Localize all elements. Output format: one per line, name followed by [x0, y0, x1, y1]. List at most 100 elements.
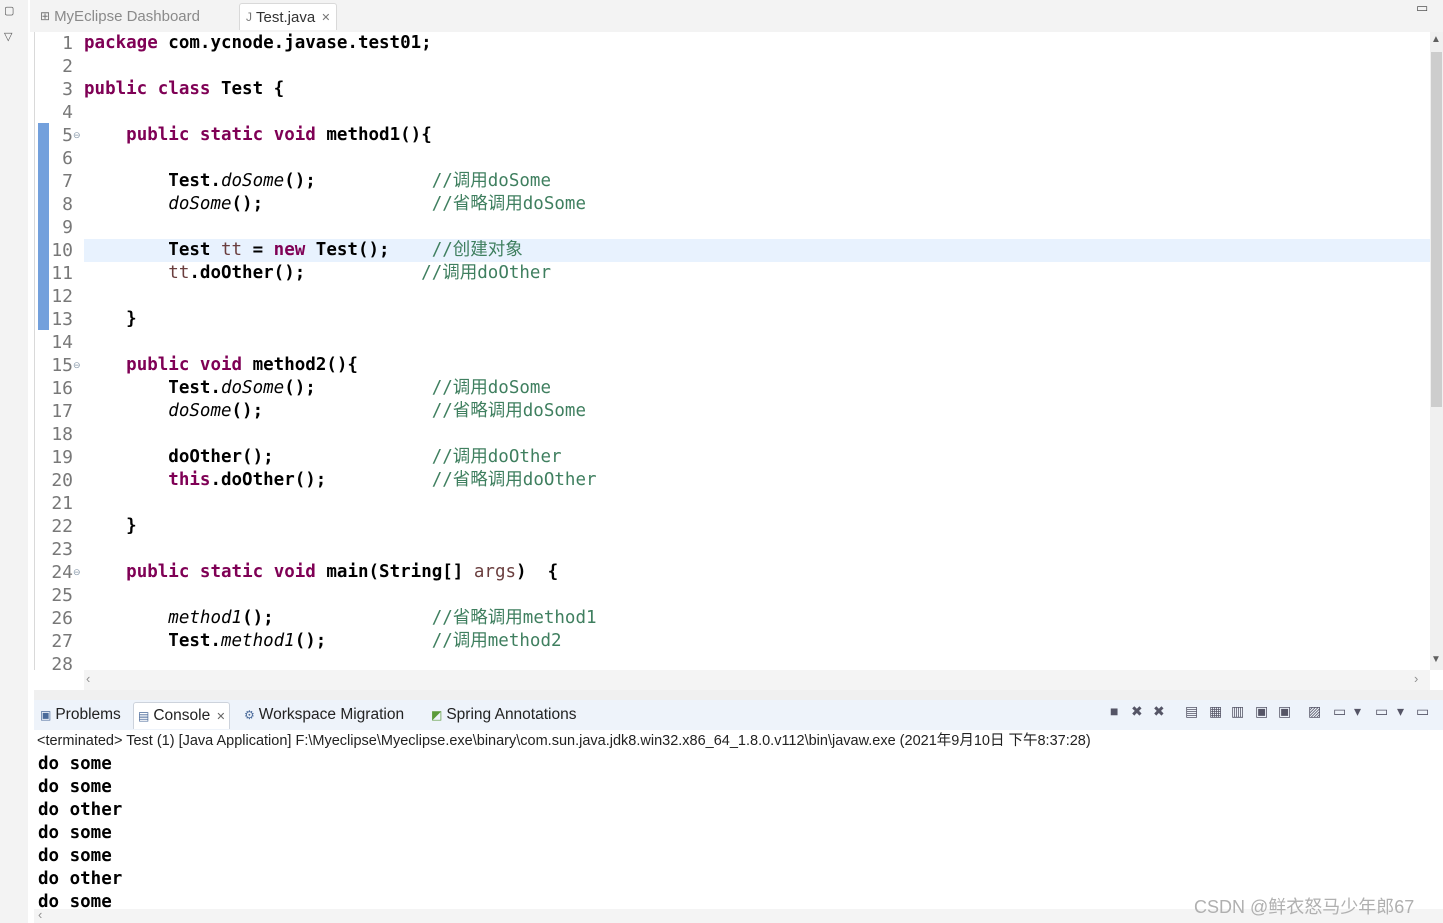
code-line[interactable]: 8 doSome(); //省略调用doSome [35, 193, 1431, 216]
code-text: Test.doSome(); //调用doSome [84, 170, 551, 193]
scrollbar-thumb[interactable] [1431, 52, 1442, 407]
scroll-lock-icon[interactable]: ▦ [1209, 703, 1222, 720]
code-token: .doOther(); [189, 263, 422, 283]
code-line[interactable]: 4 [35, 101, 1431, 124]
console-line: do some [38, 892, 112, 909]
code-token: //调用doOther [431, 447, 562, 467]
fold-toggle-icon[interactable]: ⊖ [73, 354, 81, 377]
editor-horizontal-scrollbar[interactable]: ‹ › [84, 670, 1430, 690]
display-console-icon[interactable]: ▭ [1333, 703, 1346, 720]
line-number: 11 [51, 263, 73, 284]
code-text: Test.method1(); //调用method2 [84, 630, 561, 653]
pin-console-icon[interactable]: ▨ [1308, 703, 1321, 720]
code-token: //调用doSome [431, 171, 551, 191]
code-line[interactable]: 13 } [35, 308, 1431, 331]
close-icon[interactable]: ✕ [321, 11, 330, 24]
scroll-left-icon[interactable]: ‹ [38, 907, 42, 922]
tab-test-java[interactable]: J Test.java ✕ [239, 3, 338, 30]
line-number: 25 [51, 585, 73, 606]
code-line[interactable]: 6 [35, 147, 1431, 170]
code-editor[interactable]: 1 package com.ycnode.javase.test01; 2 3 publ… [34, 32, 1431, 670]
code-line[interactable]: 28 [35, 653, 1431, 670]
code-line[interactable]: 3 public class Test { [35, 78, 1431, 101]
code-line[interactable]: 10 Test tt = new Test(); //创建对象 [35, 239, 1431, 262]
code-token: this [168, 470, 211, 490]
code-line[interactable]: 2 [35, 55, 1431, 78]
code-line[interactable]: 1 package com.ycnode.javase.test01; [35, 32, 1431, 55]
code-token: method2(){ [242, 355, 358, 375]
tab-workspace-migration[interactable]: ⚙ Workspace Migration [240, 702, 408, 728]
code-line[interactable]: 5 ⊖ public static void method1(){ [35, 124, 1431, 147]
code-token: (); [231, 401, 432, 421]
console-output[interactable]: do some do some do other do some do some do o… [34, 752, 1443, 909]
scroll-up-icon[interactable]: ▲ [1431, 34, 1441, 45]
minimize-icon[interactable]: ▭ [1416, 0, 1428, 16]
word-wrap-icon[interactable]: ▥ [1231, 703, 1244, 720]
code-line[interactable]: 12 [35, 285, 1431, 308]
tab-myeclipse-dashboard[interactable]: ⊞ MyEclipse Dashboard [34, 3, 206, 29]
line-number: 16 [51, 378, 73, 399]
view-menu-icon[interactable]: ▽ [4, 30, 12, 43]
code-line[interactable]: 14 [35, 331, 1431, 354]
minimize-icon[interactable]: ▭ [1416, 703, 1429, 720]
console-line: do some [38, 754, 112, 774]
remove-all-launches-icon[interactable]: ✖ [1153, 703, 1165, 720]
line-number: 7 [62, 171, 73, 192]
code-line[interactable]: 18 [35, 423, 1431, 446]
code-line[interactable]: 21 [35, 492, 1431, 515]
show-on-stdout-icon[interactable]: ▣ [1255, 703, 1268, 720]
tab-label: MyEclipse Dashboard [54, 7, 200, 25]
fold-toggle-icon[interactable]: ⊖ [73, 124, 81, 147]
tab-problems[interactable]: ▣ Problems [36, 702, 125, 728]
scroll-down-icon[interactable]: ▼ [1431, 654, 1441, 665]
code-line[interactable]: 19 doOther(); //调用doOther [35, 446, 1431, 469]
code-line[interactable]: 23 [35, 538, 1431, 561]
code-line[interactable]: 20 this.doOther(); //省略调用doOther [35, 469, 1431, 492]
code-line[interactable]: 11 tt.doOther(); //调用doOther [35, 262, 1431, 285]
code-token: doSome [220, 378, 285, 398]
remove-launch-icon[interactable]: ✖ [1131, 703, 1143, 720]
line-number: 9 [62, 217, 73, 238]
code-token: (); [284, 171, 432, 191]
close-icon[interactable]: ✕ [216, 710, 225, 723]
line-number: 27 [51, 631, 73, 652]
code-line[interactable]: 17 doSome(); //省略调用doSome [35, 400, 1431, 423]
chevron-down-icon[interactable]: ▾ [1354, 703, 1361, 720]
code-line[interactable]: 25 [35, 584, 1431, 607]
console-line: do some [38, 777, 112, 797]
tab-console[interactable]: ▤ Console ✕ [133, 702, 231, 729]
show-on-stderr-icon[interactable]: ▣ [1278, 703, 1291, 720]
console-icon: ▤ [138, 709, 150, 723]
code-text: doOther(); //调用doOther [84, 446, 562, 469]
tab-spring-annotations[interactable]: ◩ Spring Annotations [427, 702, 580, 728]
code-token: doSome [168, 401, 232, 421]
code-text: } [84, 515, 137, 538]
editor-vertical-scrollbar[interactable]: ▲ ▼ [1430, 32, 1443, 670]
code-line[interactable]: 16 Test.doSome(); //调用doSome [35, 377, 1431, 400]
code-line[interactable]: 27 Test.method1(); //调用method2 [35, 630, 1431, 653]
code-line[interactable]: 7 Test.doSome(); //调用doSome [35, 170, 1431, 193]
panel-separator[interactable] [34, 690, 1443, 700]
code-line[interactable]: 9 [35, 216, 1431, 239]
clear-console-icon[interactable]: ▤ [1185, 703, 1198, 720]
code-line[interactable]: 26 method1(); //省略调用method1 [35, 607, 1431, 630]
code-line[interactable]: 24 ⊖ public static void main(String[] arg… [35, 561, 1431, 584]
scroll-right-icon[interactable]: › [1414, 671, 1418, 686]
code-token: public [126, 562, 190, 582]
open-console-icon[interactable]: ▭ [1375, 703, 1388, 720]
chevron-down-icon[interactable]: ▾ [1397, 703, 1404, 720]
restore-icon[interactable]: ▢ [4, 4, 14, 17]
code-text: this.doOther(); //省略调用doOther [84, 469, 596, 492]
fold-toggle-icon[interactable]: ⊖ [73, 561, 81, 584]
problems-icon: ▣ [40, 708, 52, 722]
code-token: main(String[] [315, 562, 474, 582]
terminate-icon[interactable]: ■ [1110, 703, 1118, 719]
code-line[interactable]: 15 ⊖ public void method2(){ [35, 354, 1431, 377]
scroll-left-icon[interactable]: ‹ [86, 671, 90, 686]
code-line[interactable]: 22 } [35, 515, 1431, 538]
